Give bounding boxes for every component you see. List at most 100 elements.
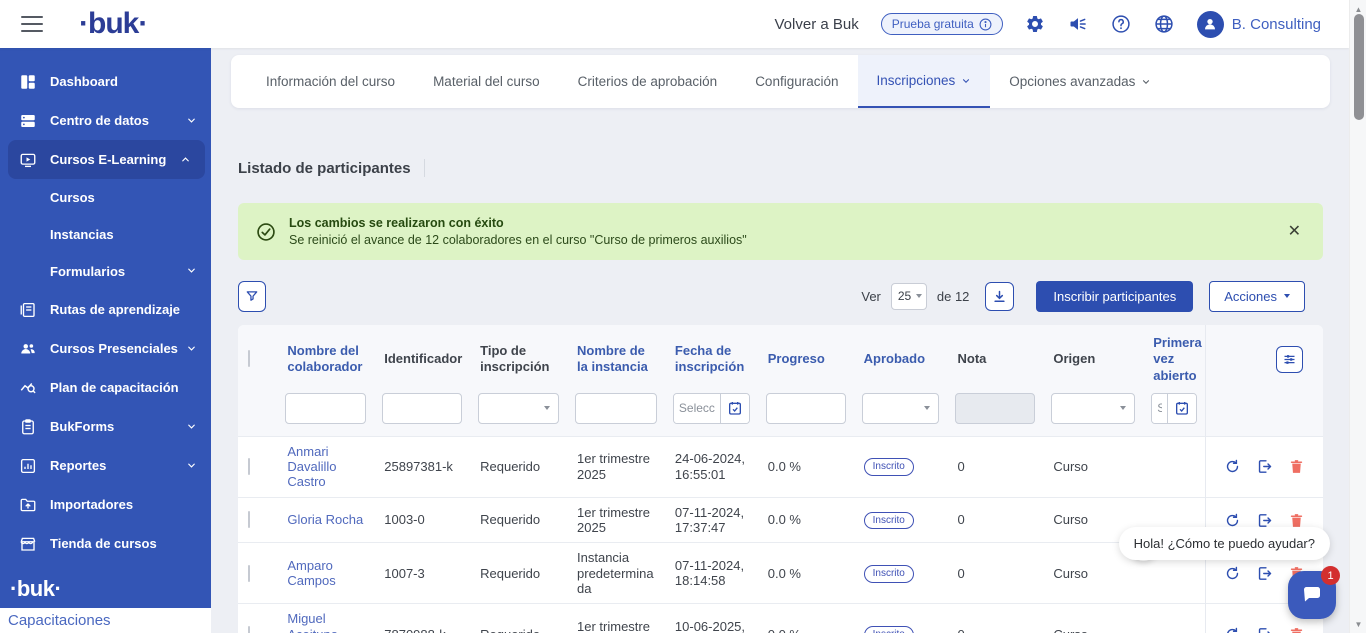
sidebar-item-importadores[interactable]: Importadores: [0, 485, 211, 524]
move-participant-icon[interactable]: [1256, 458, 1273, 475]
column-header-primera-vez[interactable]: Primera vez abierto: [1143, 325, 1206, 386]
column-header-aprobado[interactable]: Aprobado: [854, 325, 948, 386]
sidebar-subitem-formularios[interactable]: Formularios: [0, 253, 211, 290]
download-button[interactable]: [985, 282, 1014, 311]
help-icon[interactable]: [1111, 14, 1132, 35]
identifier-cell: 1007-3: [374, 543, 470, 604]
actions-dropdown-button[interactable]: Acciones: [1209, 281, 1305, 312]
calendar-icon: [1174, 400, 1190, 416]
chat-tooltip[interactable]: Hola! ¿Cómo te puedo ayudar?: [1119, 527, 1330, 560]
training-plan-icon: [18, 378, 37, 397]
sidebar-item-cursos-elearning[interactable]: Cursos E-Learning: [8, 140, 205, 179]
delete-icon[interactable]: [1288, 512, 1305, 529]
tab-material-del-curso[interactable]: Material del curso: [414, 55, 559, 108]
reset-progress-icon[interactable]: [1224, 458, 1241, 475]
account-menu[interactable]: B. Consulting: [1197, 11, 1321, 38]
chevron-down-icon: [186, 421, 197, 432]
progress-cell: 0.0 %: [758, 604, 854, 633]
filter-fecha-input[interactable]: [674, 394, 720, 423]
move-participant-icon[interactable]: [1256, 626, 1273, 633]
sidebar-item-tienda[interactable]: Tienda de cursos: [0, 524, 211, 563]
sidebar-subitem-cursos[interactable]: Cursos: [0, 179, 211, 216]
sidebar-item-label: Cursos E-Learning: [50, 152, 166, 167]
participant-name-link[interactable]: Amparo Campos: [277, 543, 374, 604]
sidebar-subitem-instancias[interactable]: Instancias: [0, 216, 211, 253]
sidebar-item-centro-de-datos[interactable]: Centro de datos: [0, 101, 211, 140]
participant-name-link[interactable]: Anmari Davalillo Castro: [277, 436, 374, 497]
trial-badge[interactable]: Prueba gratuita: [881, 13, 1003, 35]
announcements-megaphone-icon[interactable]: [1068, 14, 1089, 35]
sidebar-item-label: Tienda de cursos: [50, 536, 157, 551]
settings-gear-icon[interactable]: [1025, 14, 1046, 35]
sidebar-item-label: Plan de capacitación: [50, 380, 179, 395]
instance-cell: 1er trimestre 2025: [567, 497, 665, 543]
tab-informacion-del-curso[interactable]: Información del curso: [247, 55, 414, 108]
sidebar-item-label: Rutas de aprendizaje: [50, 302, 180, 317]
tab-configuracion[interactable]: Configuración: [736, 55, 857, 108]
sidebar-item-cursos-presenciales[interactable]: Cursos Presenciales: [0, 329, 211, 368]
tab-criterios-aprobacion[interactable]: Criterios de aprobación: [559, 55, 737, 108]
participant-name-link[interactable]: Gloria Rocha: [277, 497, 374, 543]
sidebar-item-label: Dashboard: [50, 74, 118, 89]
filter-primera-vez-input[interactable]: [1152, 394, 1167, 423]
scrollbar-thumb[interactable]: [1354, 14, 1364, 120]
sidebar-item-reportes[interactable]: Reportes: [0, 446, 211, 485]
buk-logo: ·buk·: [79, 7, 147, 41]
filter-button[interactable]: [238, 281, 266, 312]
chevron-down-icon: [186, 460, 197, 471]
reset-progress-icon[interactable]: [1224, 626, 1241, 633]
column-settings-button[interactable]: [1276, 346, 1303, 373]
calendar-button[interactable]: [1167, 394, 1196, 423]
filter-nombre-input[interactable]: [285, 393, 366, 424]
filter-tipo-select[interactable]: [478, 393, 559, 424]
page-size-select[interactable]: 25: [891, 283, 927, 310]
column-header-fecha[interactable]: Fecha de inscripción: [665, 325, 758, 386]
dashboard-icon: [18, 72, 37, 91]
tab-label: Opciones avanzadas: [1009, 74, 1135, 89]
filter-primera-vez-group: [1151, 393, 1197, 424]
reports-icon: [18, 456, 37, 475]
calendar-button[interactable]: [720, 394, 749, 423]
tab-inscripciones[interactable]: Inscripciones: [858, 55, 991, 108]
move-participant-icon[interactable]: [1256, 565, 1273, 582]
column-header-progreso[interactable]: Progreso: [758, 325, 854, 386]
delete-icon[interactable]: [1288, 458, 1305, 475]
participant-name-link[interactable]: Miguel Aceituno Ibañez: [277, 604, 374, 633]
column-header-instancia[interactable]: Nombre de la instancia: [567, 325, 665, 386]
back-to-buk-link[interactable]: Volver a Buk: [775, 16, 859, 33]
success-alert: Los cambios se realizaron con éxito Se r…: [238, 203, 1323, 260]
module-label[interactable]: Capacitaciones: [0, 608, 211, 633]
select-all-checkbox[interactable]: [248, 350, 250, 367]
sidebar-item-dashboard[interactable]: Dashboard: [0, 62, 211, 101]
filter-identificador-input[interactable]: [382, 393, 462, 424]
person-icon: [1202, 16, 1218, 32]
column-header-nota: Nota: [947, 325, 1043, 386]
vertical-scrollbar[interactable]: ▲ ▼: [1349, 0, 1366, 633]
sidebar-item-plan-capacitacion[interactable]: Plan de capacitación: [0, 368, 211, 407]
language-globe-icon[interactable]: [1154, 14, 1175, 35]
filter-nota-input: [955, 393, 1035, 424]
delete-icon[interactable]: [1288, 626, 1305, 633]
filter-origen-select[interactable]: [1051, 393, 1135, 424]
chat-launcher-button[interactable]: 1: [1288, 571, 1336, 619]
scrollbar-down-arrow[interactable]: ▼: [1350, 617, 1366, 631]
column-header-nombre[interactable]: Nombre del colaborador: [277, 325, 374, 386]
alert-close-icon[interactable]: ✕: [1284, 220, 1305, 244]
row-checkbox[interactable]: [248, 511, 250, 528]
row-checkbox[interactable]: [248, 626, 250, 633]
reset-progress-icon[interactable]: [1224, 565, 1241, 582]
filter-instancia-input[interactable]: [575, 393, 657, 424]
move-participant-icon[interactable]: [1256, 512, 1273, 529]
tab-opciones-avanzadas[interactable]: Opciones avanzadas: [990, 55, 1170, 108]
filter-aprobado-select[interactable]: [862, 393, 940, 424]
filter-progreso-input[interactable]: [766, 393, 846, 424]
sidebar-item-rutas[interactable]: Rutas de aprendizaje: [0, 290, 211, 329]
menu-toggle-icon[interactable]: [21, 16, 43, 32]
row-checkbox[interactable]: [248, 458, 250, 475]
caret-down-icon: [544, 406, 550, 410]
reset-progress-icon[interactable]: [1224, 512, 1241, 529]
sidebar-item-bukforms[interactable]: BukForms: [0, 407, 211, 446]
row-checkbox[interactable]: [248, 565, 250, 582]
inscribe-participants-button[interactable]: Inscribir participantes: [1036, 281, 1193, 312]
clipboard-icon: [18, 417, 37, 436]
